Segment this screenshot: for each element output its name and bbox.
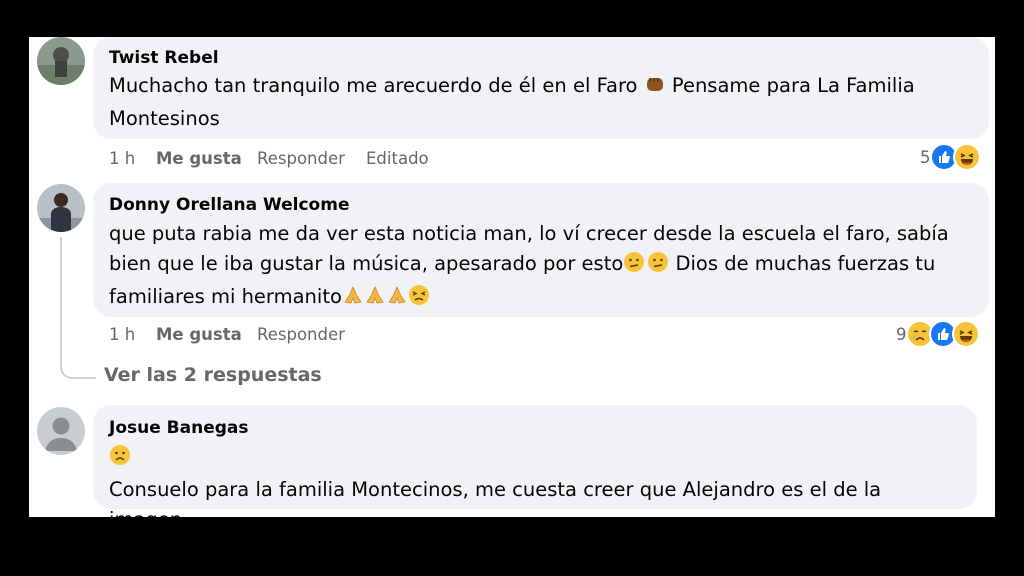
reaction-summary[interactable]: 5: [920, 143, 981, 171]
comment-time[interactable]: 1 h: [109, 149, 135, 168]
avatar[interactable]: [37, 407, 85, 455]
like-button[interactable]: Me gusta: [156, 149, 242, 168]
reply-button[interactable]: Responder: [257, 149, 345, 168]
avatar[interactable]: [37, 37, 85, 85]
frowning-face-icon: [109, 444, 131, 475]
reaction-count: 9: [896, 324, 907, 344]
comment-bubble: Donny Orellana Welcome que puta rabia me…: [93, 183, 989, 317]
edited-label: Editado: [366, 149, 429, 168]
confused-emoji-icon: [647, 251, 669, 282]
persevering-face-icon: [408, 284, 430, 315]
comment-text: Muchacho tan tranquilo me arecuerdo de é…: [109, 73, 915, 130]
fist-emoji-icon: [644, 73, 666, 104]
comment-text: que puta rabia me da ver esta noticia ma…: [109, 219, 973, 315]
comment-text: Consuelo para la familia Montecinos, me …: [109, 442, 961, 517]
comment-author[interactable]: Josue Banegas: [109, 417, 961, 439]
reaction-summary[interactable]: 9: [896, 320, 980, 348]
comments-panel: Twist Rebel Muchacho tan tranquilo me ar…: [29, 37, 995, 517]
avatar[interactable]: [37, 184, 85, 232]
laugh-reaction-icon: [952, 143, 981, 171]
praying-hands-icon: [342, 284, 364, 315]
praying-hands-icon: [386, 284, 408, 315]
like-button[interactable]: Me gusta: [156, 325, 242, 344]
praying-hands-icon: [364, 284, 386, 315]
view-replies-link[interactable]: Ver las 2 respuestas: [104, 364, 322, 386]
comment-bubble: Twist Rebel Muchacho tan tranquilo me ar…: [93, 37, 989, 139]
reply-button[interactable]: Responder: [257, 325, 345, 344]
comment-actions: 1 h Me gusta Responder: [109, 325, 509, 347]
comment-time[interactable]: 1 h: [109, 325, 135, 344]
laugh-reaction-icon: [951, 320, 980, 348]
reply-thread-line: [60, 237, 96, 379]
comment-bubble: Josue Banegas Consuelo para la familia M…: [93, 405, 977, 517]
confused-emoji-icon: [623, 251, 645, 282]
comment-author[interactable]: Donny Orellana Welcome: [109, 194, 973, 216]
reaction-count: 5: [920, 147, 931, 167]
comment-author[interactable]: Twist Rebel: [109, 47, 973, 69]
comment-actions: 1 h Me gusta Responder Editado: [109, 149, 509, 171]
